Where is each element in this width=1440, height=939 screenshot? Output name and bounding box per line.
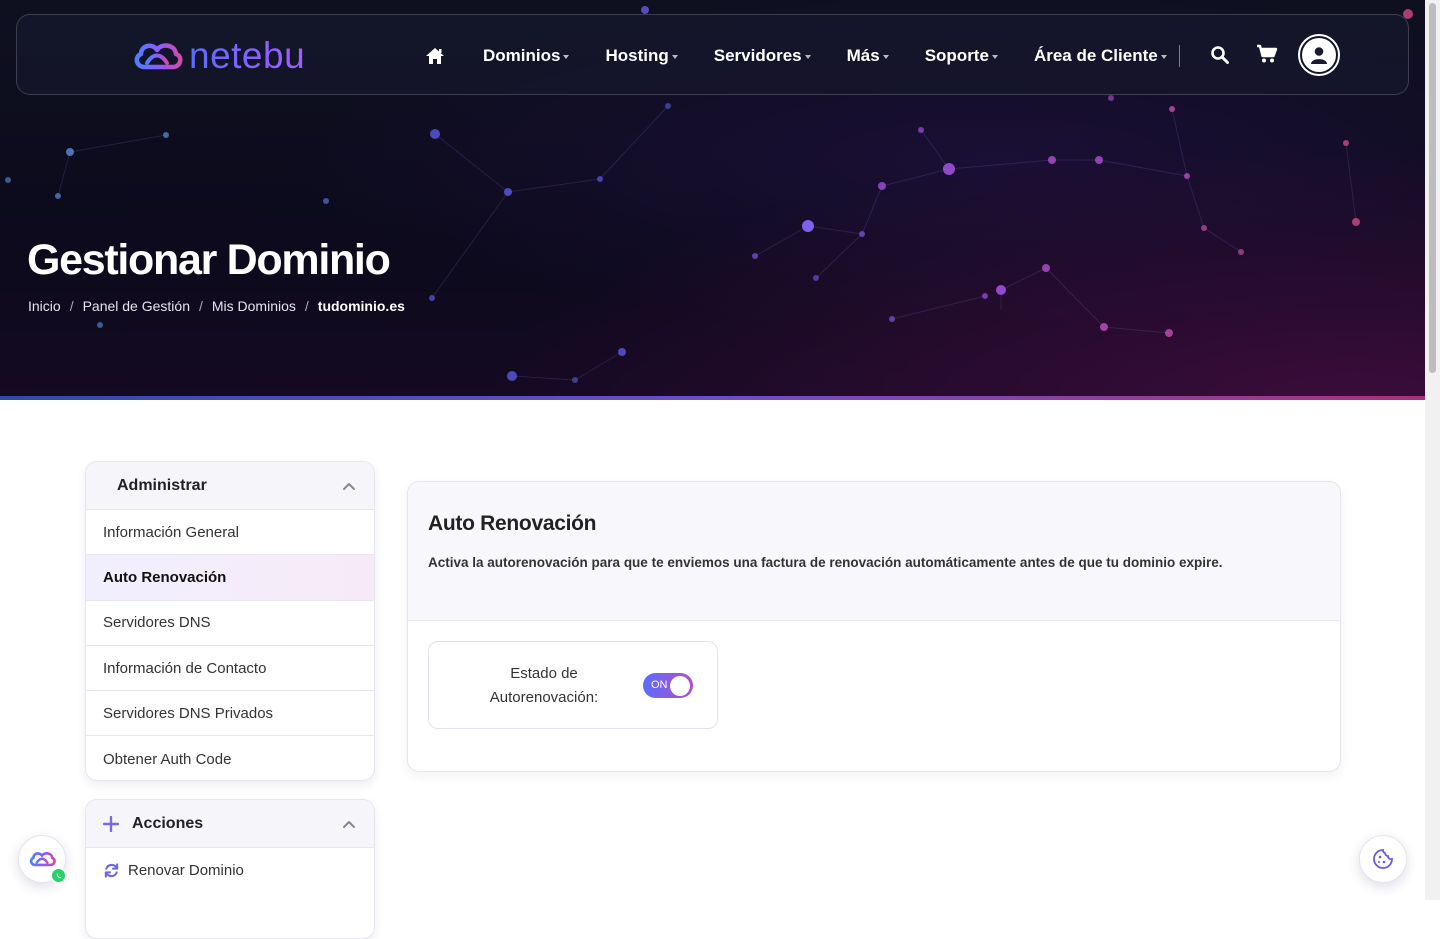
whatsapp-icon [50, 867, 67, 884]
breadcrumb-panel[interactable]: Panel de Gestión [83, 298, 190, 314]
chevron-down-icon [991, 54, 998, 59]
breadcrumb-mis-dominios[interactable]: Mis Dominios [212, 298, 296, 314]
main-navbar: netebu Dominios Hosting Servidores Más S… [16, 14, 1409, 95]
renewal-status-label: Estado de Autorenovación: [489, 665, 599, 706]
search-icon[interactable] [1210, 45, 1232, 67]
toggle-state-label: ON [651, 679, 668, 691]
nav-area-cliente[interactable]: Área de Cliente [1034, 46, 1167, 66]
nav-servidores[interactable]: Servidores [714, 46, 811, 66]
breadcrumb-inicio[interactable]: Inicio [28, 298, 61, 314]
actions-panel-header[interactable]: Acciones [86, 800, 374, 848]
cloud-logo-icon [29, 852, 56, 867]
hero-divider [0, 396, 1425, 400]
nav-mas[interactable]: Más [847, 46, 889, 66]
nav-menu: Dominios Hosting Servidores Más Soporte … [425, 15, 1203, 96]
sidebar-item-informacion-general[interactable]: Información General [86, 510, 374, 556]
user-account-button[interactable] [1298, 34, 1340, 76]
refresh-icon [104, 863, 119, 878]
admin-panel: Administrar Información General Auto Ren… [85, 461, 375, 781]
sidebar-item-dns-privados[interactable]: Servidores DNS Privados [86, 691, 374, 737]
admin-panel-title: Administrar [117, 476, 207, 494]
chevron-up-icon[interactable] [342, 817, 356, 831]
page-title: Gestionar Dominio [27, 236, 391, 284]
nav-soporte[interactable]: Soporte [925, 46, 998, 66]
chevron-down-icon [1160, 54, 1167, 59]
user-icon [1302, 38, 1336, 72]
breadcrumb-current: tudominio.es [317, 298, 405, 314]
cookie-icon [1373, 849, 1393, 869]
renewal-status-box: Estado de Autorenovación: ON [428, 641, 718, 729]
chevron-down-icon [563, 54, 570, 59]
sidebar-item-auto-renovacion[interactable]: Auto Renovación [86, 555, 374, 601]
sidebar-item-informacion-contacto[interactable]: Información de Contacto [86, 646, 374, 692]
card-description: Activa la autorenovación para que te env… [428, 555, 1223, 570]
card-header: Auto Renovación Activa la autorenovación… [408, 482, 1340, 621]
scrollbar-thumb[interactable] [1429, 3, 1436, 373]
home-icon[interactable] [425, 45, 447, 67]
brand-logo[interactable]: netebu [131, 35, 305, 77]
toggle-knob [670, 675, 690, 696]
chevron-down-icon [882, 54, 889, 59]
breadcrumb: Inicio / Panel de Gestión / Mis Dominios… [28, 298, 405, 314]
plus-icon [103, 815, 119, 832]
sidebar-item-auth-code[interactable]: Obtener Auth Code [86, 736, 374, 780]
page-scrollbar[interactable] [1425, 0, 1440, 900]
sidebar-item-renovar-dominio[interactable]: Renovar Dominio [86, 848, 374, 893]
chevron-down-icon [804, 54, 811, 59]
chat-button[interactable] [18, 835, 67, 884]
sidebar-item-servidores-dns[interactable]: Servidores DNS [86, 601, 374, 646]
card-title: Auto Renovación [428, 512, 597, 535]
breadcrumb-separator: / [304, 298, 309, 314]
actions-panel-title: Acciones [132, 814, 204, 832]
nav-divider [1179, 45, 1180, 67]
renovar-dominio-label: Renovar Dominio [128, 862, 244, 880]
auto-renewal-toggle[interactable]: ON [643, 673, 693, 698]
admin-panel-header[interactable]: Administrar [86, 462, 374, 510]
actions-panel: Acciones Renovar Dominio [85, 799, 375, 939]
auto-renewal-card: Auto Renovación Activa la autorenovación… [407, 481, 1341, 772]
chevron-up-icon[interactable] [342, 479, 356, 493]
nav-dominios[interactable]: Dominios [483, 46, 570, 66]
cookie-settings-button[interactable] [1359, 835, 1407, 883]
breadcrumb-separator: / [198, 298, 203, 314]
brand-name: netebu [189, 35, 306, 76]
chevron-down-icon [671, 54, 678, 59]
cart-icon[interactable] [1256, 44, 1278, 66]
nav-hosting[interactable]: Hosting [605, 46, 678, 66]
cloud-logo-icon [134, 43, 183, 70]
breadcrumb-separator: / [69, 298, 74, 314]
